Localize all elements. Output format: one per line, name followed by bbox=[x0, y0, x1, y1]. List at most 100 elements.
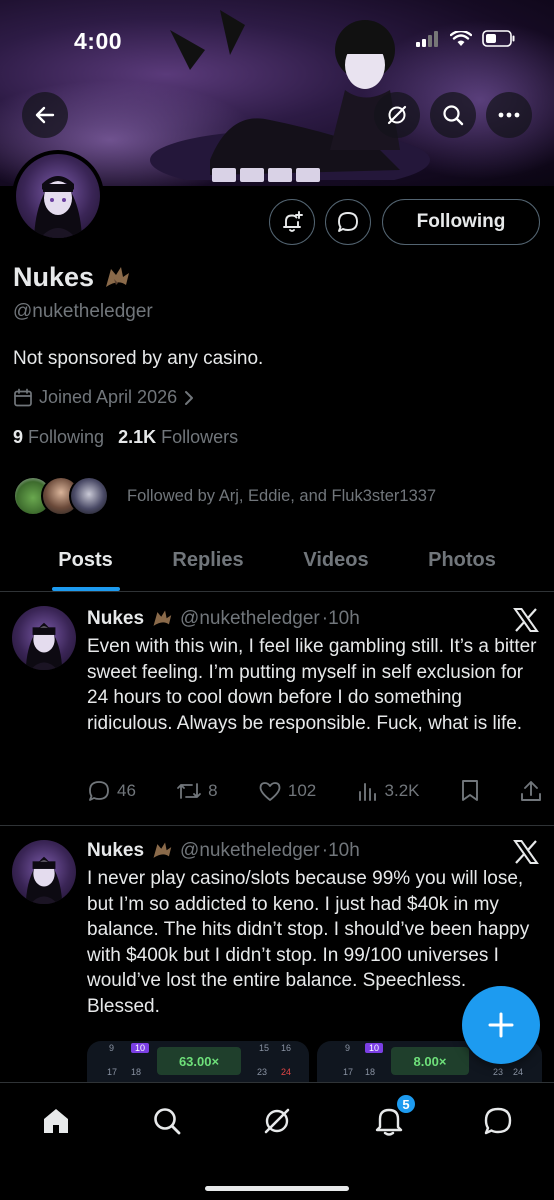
profile-bio: Not sponsored by any casino. bbox=[13, 348, 264, 369]
bat-emoji-icon bbox=[153, 610, 172, 626]
message-icon bbox=[338, 212, 358, 232]
follower-avatar bbox=[69, 476, 109, 516]
post-header: Nukes @nuketheledger ·10h bbox=[87, 608, 360, 630]
joined-date-row[interactable]: Joined April 2026 bbox=[13, 387, 195, 408]
battery-icon bbox=[482, 30, 515, 47]
multiplier-badge: 63.00× bbox=[157, 1047, 241, 1075]
post-divider bbox=[0, 825, 554, 826]
share-icon[interactable] bbox=[520, 779, 542, 803]
views-count: 3.2K bbox=[384, 781, 420, 800]
notification-bell-plus-icon bbox=[283, 211, 303, 232]
bat-emoji-icon bbox=[153, 842, 172, 858]
nav-grok[interactable] bbox=[257, 1101, 297, 1141]
profile-avatar[interactable] bbox=[12, 150, 104, 242]
grok-nav-icon bbox=[264, 1108, 290, 1134]
post-author-name[interactable]: Nukes bbox=[87, 608, 144, 630]
post-text: I never play casino/slots because 99% yo… bbox=[87, 868, 530, 1017]
keno-cell: 23 bbox=[493, 1067, 504, 1077]
views-button[interactable]: 3.2K bbox=[357, 781, 420, 801]
repost-button[interactable]: 8 bbox=[176, 780, 218, 802]
keno-cell: 24 bbox=[513, 1067, 524, 1077]
tab-videos[interactable]: Videos bbox=[245, 530, 427, 591]
tab-photos[interactable]: Photos bbox=[427, 530, 497, 591]
post-author-handle[interactable]: @nuketheledger bbox=[180, 840, 320, 862]
bat-emoji-icon bbox=[106, 266, 130, 287]
compose-button[interactable] bbox=[462, 986, 540, 1064]
keno-cell: 16 bbox=[281, 1043, 292, 1053]
tab-posts[interactable]: Posts bbox=[0, 530, 171, 591]
following-button[interactable]: Following bbox=[382, 199, 540, 245]
message-button[interactable] bbox=[325, 199, 371, 245]
x-logo-icon bbox=[513, 608, 539, 632]
wifi-icon bbox=[450, 30, 472, 46]
like-count: 102 bbox=[287, 781, 317, 800]
keno-cell: 10 bbox=[131, 1043, 150, 1053]
profile-tabs: Posts Replies Videos Photos bbox=[0, 530, 554, 592]
following-label: Following bbox=[28, 427, 105, 447]
keno-cell: 24 bbox=[281, 1067, 292, 1077]
keno-cell: 17 bbox=[343, 1067, 354, 1077]
tab-label: Replies bbox=[172, 549, 244, 571]
home-icon bbox=[44, 1109, 68, 1133]
post-author-handle[interactable]: @nuketheledger bbox=[180, 608, 320, 630]
keno-cell: 18 bbox=[365, 1067, 376, 1077]
bottom-nav: 5 bbox=[0, 1082, 554, 1200]
post-author-name[interactable]: Nukes bbox=[87, 840, 144, 862]
bookmark-icon[interactable] bbox=[460, 779, 480, 803]
keno-cell: 10 bbox=[365, 1043, 384, 1053]
followed-by-row[interactable]: Followed by Arj, Eddie, and Fluk3ster133… bbox=[13, 476, 436, 516]
profile-handle: @nuketheledger bbox=[13, 301, 153, 322]
nav-messages[interactable] bbox=[478, 1101, 518, 1141]
tab-label: Posts bbox=[58, 549, 113, 571]
profile-name-row: Nukes bbox=[13, 262, 132, 293]
status-icons bbox=[416, 30, 516, 47]
post-actions: 46 8 102 3.2K bbox=[87, 779, 542, 803]
post-time: ·10h bbox=[321, 840, 360, 861]
followers-link[interactable]: 2.1K Followers bbox=[118, 427, 238, 448]
x-logo-icon bbox=[513, 840, 539, 864]
followers-label: Followers bbox=[161, 427, 239, 447]
keno-cell: 15 bbox=[259, 1043, 270, 1053]
messages-icon bbox=[484, 1107, 512, 1135]
status-time: 4:00 bbox=[74, 28, 123, 54]
repost-icon bbox=[177, 783, 202, 799]
tab-replies[interactable]: Replies bbox=[171, 530, 245, 591]
explore-icon bbox=[154, 1108, 181, 1135]
nav-notifications[interactable]: 5 bbox=[369, 1093, 417, 1141]
chevron-right-icon bbox=[185, 390, 194, 405]
notifications-badge: 5 bbox=[395, 1093, 417, 1115]
back-button[interactable] bbox=[22, 92, 68, 138]
more-button[interactable] bbox=[486, 92, 532, 138]
notification-subscribe-button[interactable] bbox=[269, 199, 315, 245]
signal-icon bbox=[416, 30, 438, 47]
profile-name: Nukes bbox=[13, 262, 95, 292]
multiplier-badge: 8.00× bbox=[391, 1047, 469, 1075]
compose-plus-icon bbox=[488, 1012, 514, 1038]
post-text: Even with this win, I feel like gambling… bbox=[87, 636, 537, 734]
like-button[interactable]: 102 bbox=[258, 780, 316, 802]
nav-home[interactable] bbox=[36, 1101, 76, 1141]
calendar-icon bbox=[14, 388, 32, 406]
post-avatar[interactable] bbox=[12, 840, 76, 904]
back-arrow-icon bbox=[35, 106, 55, 124]
grok-button[interactable] bbox=[374, 92, 420, 138]
reply-icon bbox=[89, 781, 109, 801]
followers-count: 2.1K bbox=[118, 427, 157, 447]
more-icon bbox=[498, 112, 520, 118]
grok-icon bbox=[387, 105, 407, 125]
following-link[interactable]: 9 Following bbox=[13, 427, 104, 448]
following-count: 9 bbox=[13, 427, 24, 447]
post-avatar[interactable] bbox=[12, 606, 76, 670]
search-button[interactable] bbox=[430, 92, 476, 138]
keno-cell: 18 bbox=[131, 1067, 142, 1077]
post-media-image[interactable]: 9 10 17 18 63.00× 15 16 23 24 bbox=[87, 1041, 309, 1085]
reply-count: 46 bbox=[117, 781, 136, 800]
reply-button[interactable]: 46 bbox=[87, 779, 136, 803]
avatar-illustration bbox=[25, 856, 63, 904]
active-tab-indicator bbox=[51, 587, 120, 591]
keno-cell: 23 bbox=[257, 1067, 268, 1077]
nav-explore[interactable] bbox=[147, 1101, 187, 1141]
tab-label: Photos bbox=[428, 549, 496, 571]
joined-date: Joined April 2026 bbox=[39, 387, 178, 407]
post-time: ·10h bbox=[321, 608, 360, 629]
